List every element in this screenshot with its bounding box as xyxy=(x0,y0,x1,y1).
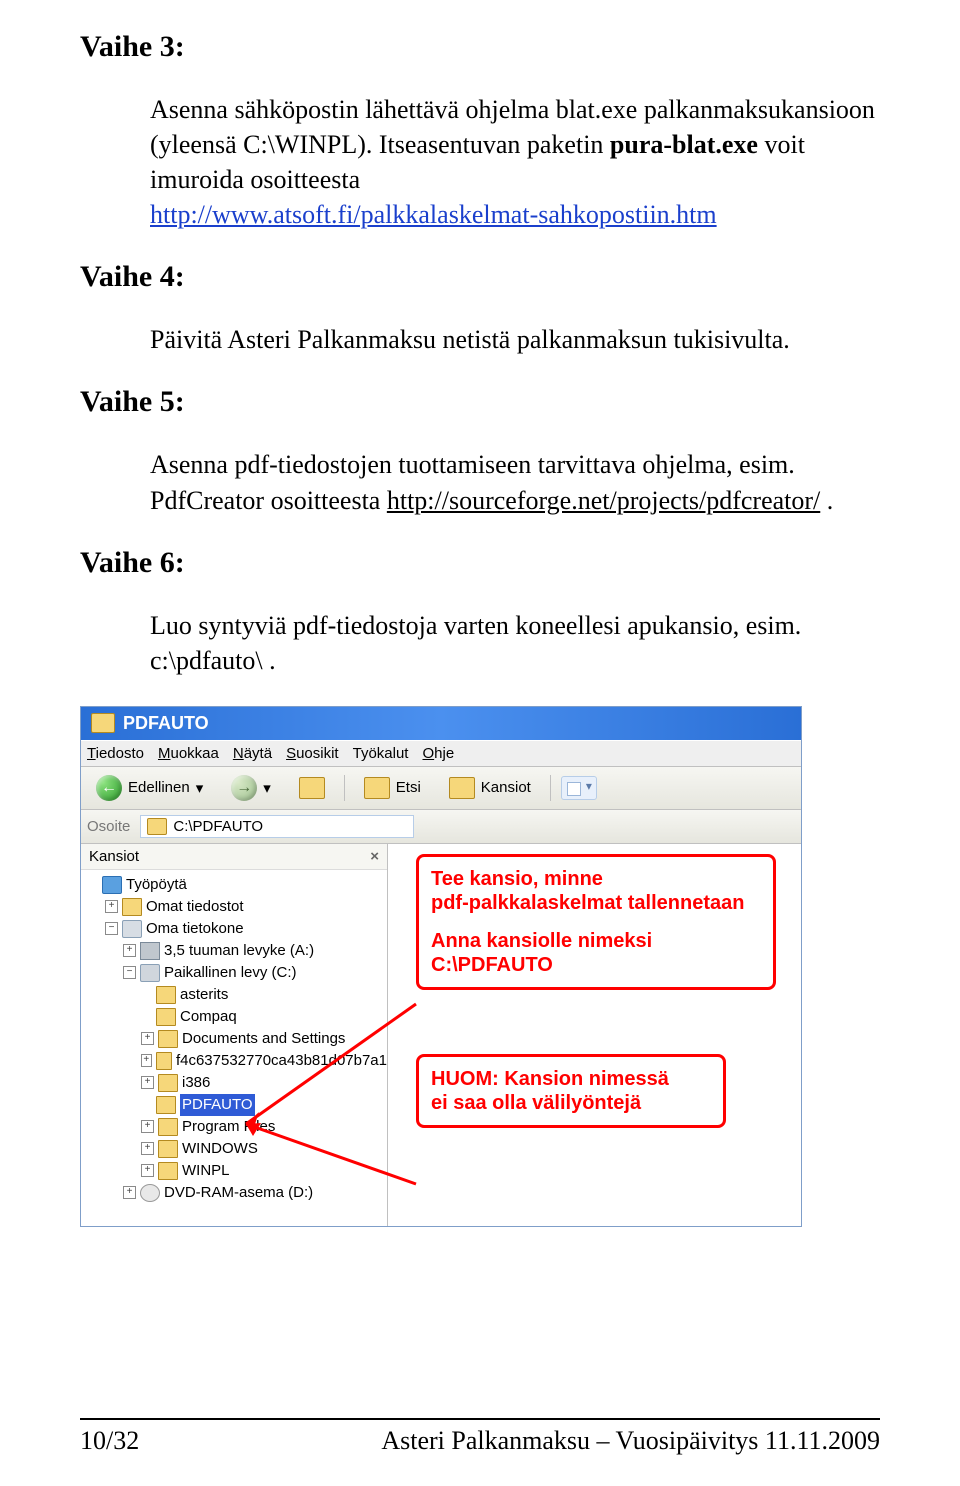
chevron-down-icon: ▾ xyxy=(196,779,204,797)
menu-tiedosto[interactable]: Tiedosto xyxy=(87,745,144,762)
address-value: C:\PDFAUTO xyxy=(173,818,263,835)
tree-mycomputer[interactable]: −Oma tietokone xyxy=(87,918,387,940)
address-bar: Osoite C:\PDFAUTO xyxy=(81,810,801,844)
folder-tree: Työpöytä +Omat tiedostot −Oma tietokone … xyxy=(81,870,387,1208)
toolbar-divider xyxy=(344,775,345,801)
tree-folder[interactable]: asterits xyxy=(87,984,387,1006)
search-label: Etsi xyxy=(396,779,421,796)
annot1-line3: Anna kansiolle nimeksi xyxy=(431,929,761,953)
heading-vaihe5: Vaihe 5: xyxy=(80,385,880,419)
tree-folder[interactable]: +Program Files xyxy=(87,1116,387,1138)
forward-icon: → xyxy=(231,775,257,801)
menu-ohje[interactable]: Ohje xyxy=(422,745,454,762)
heading-vaihe4: Vaihe 4: xyxy=(80,260,880,294)
back-icon: ← xyxy=(96,775,122,801)
forward-button[interactable]: → ▾ xyxy=(222,772,280,804)
menu-nayta[interactable]: Näytä xyxy=(233,745,272,762)
menu-suosikit[interactable]: Suosikit xyxy=(286,745,339,762)
folders-icon xyxy=(449,777,475,799)
annot1-line2: pdf-palkkalaskelmat tallennetaan xyxy=(431,891,761,915)
annot1-line1: Tee kansio, minne xyxy=(431,867,761,891)
menubar: Tiedosto Muokkaa Näytä Suosikit Työkalut… xyxy=(81,740,801,767)
footer-pageno: 10/32 xyxy=(80,1426,139,1456)
explorer-window: PDFAUTO Tiedosto Muokkaa Näytä Suosikit … xyxy=(80,706,802,1227)
content-area: Kansiot × Työpöytä +Omat tiedostot −Oma … xyxy=(81,844,801,1226)
file-pane: Tee kansio, minne pdf-palkkalaskelmat ta… xyxy=(388,844,801,1226)
toolbar: ← Edellinen ▾ → ▾ Etsi Kansiot xyxy=(81,767,801,810)
views-button[interactable] xyxy=(561,776,597,800)
tree-folder[interactable]: +WINDOWS xyxy=(87,1138,387,1160)
tree-folder[interactable]: +f4c637532770ca43b81d07b7a1 xyxy=(87,1050,387,1072)
chevron-down-icon: ▾ xyxy=(263,779,271,797)
tree-floppy[interactable]: +3,5 tuuman levyke (A:) xyxy=(87,940,387,962)
up-folder-icon xyxy=(299,777,325,799)
footer-title: Asteri Palkanmaksu – Vuosipäivitys 11.11… xyxy=(381,1426,880,1456)
paragraph-vaihe3: Asenna sähköpostin lähettävä ohjelma bla… xyxy=(150,92,880,232)
paragraph-vaihe4: Päivitä Asteri Palkanmaksu netistä palka… xyxy=(150,322,880,357)
menu-tyokalut[interactable]: Työkalut xyxy=(353,745,409,762)
toolbar-divider xyxy=(550,775,551,801)
annot2-line2: ei saa olla välilyöntejä xyxy=(431,1091,711,1115)
page-footer: 10/32 Asteri Palkanmaksu – Vuosipäivitys… xyxy=(80,1418,880,1456)
tree-folder[interactable]: +Documents and Settings xyxy=(87,1028,387,1050)
p3-bold: pura-blat.exe xyxy=(610,130,758,159)
folder-icon xyxy=(91,713,115,733)
tree-folder[interactable]: Compaq xyxy=(87,1006,387,1028)
annotation-box-1: Tee kansio, minne pdf-palkkalaskelmat ta… xyxy=(416,854,776,990)
sidebar-title: Kansiot xyxy=(89,848,139,865)
search-button[interactable]: Etsi xyxy=(355,774,430,802)
tree-desktop[interactable]: Työpöytä xyxy=(87,874,387,896)
tree-pdfauto[interactable]: PDFAUTO xyxy=(87,1094,387,1116)
folders-button[interactable]: Kansiot xyxy=(440,774,540,802)
folders-sidebar: Kansiot × Työpöytä +Omat tiedostot −Oma … xyxy=(81,844,388,1226)
folders-label: Kansiot xyxy=(481,779,531,796)
folder-icon xyxy=(147,818,167,835)
p3-link[interactable]: http://www.atsoft.fi/palkkalaskelmat-sah… xyxy=(150,200,717,229)
p5-link: http://sourceforge.net/projects/pdfcreat… xyxy=(387,486,820,515)
heading-vaihe3: Vaihe 3: xyxy=(80,30,880,64)
titlebar: PDFAUTO xyxy=(81,707,801,740)
paragraph-vaihe5: Asenna pdf-tiedostojen tuottamiseen tarv… xyxy=(150,447,880,517)
paragraph-vaihe6: Luo syntyviä pdf-tiedostoja varten konee… xyxy=(150,608,880,678)
sidebar-header: Kansiot × xyxy=(81,844,387,870)
tree-folder[interactable]: +WINPL xyxy=(87,1160,387,1182)
tree-dvd[interactable]: +DVD-RAM-asema (D:) xyxy=(87,1182,387,1204)
back-button[interactable]: ← Edellinen ▾ xyxy=(87,772,212,804)
up-button[interactable] xyxy=(290,774,334,802)
window-title: PDFAUTO xyxy=(123,713,209,734)
menu-muokkaa[interactable]: Muokkaa xyxy=(158,745,219,762)
tree-hdd[interactable]: −Paikallinen levy (C:) xyxy=(87,962,387,984)
heading-vaihe6: Vaihe 6: xyxy=(80,546,880,580)
annot2-line1: HUOM: Kansion nimessä xyxy=(431,1067,711,1091)
annot1-line4: C:\PDFAUTO xyxy=(431,953,761,977)
close-icon[interactable]: × xyxy=(370,848,379,865)
search-icon xyxy=(364,777,390,799)
tree-mydocs[interactable]: +Omat tiedostot xyxy=(87,896,387,918)
p5-text-b: . xyxy=(820,486,833,515)
address-label: Osoite xyxy=(87,818,130,835)
tree-folder[interactable]: +i386 xyxy=(87,1072,387,1094)
back-label: Edellinen xyxy=(128,779,190,796)
address-field[interactable]: C:\PDFAUTO xyxy=(140,815,414,838)
annotation-box-2: HUOM: Kansion nimessä ei saa olla välily… xyxy=(416,1054,726,1128)
